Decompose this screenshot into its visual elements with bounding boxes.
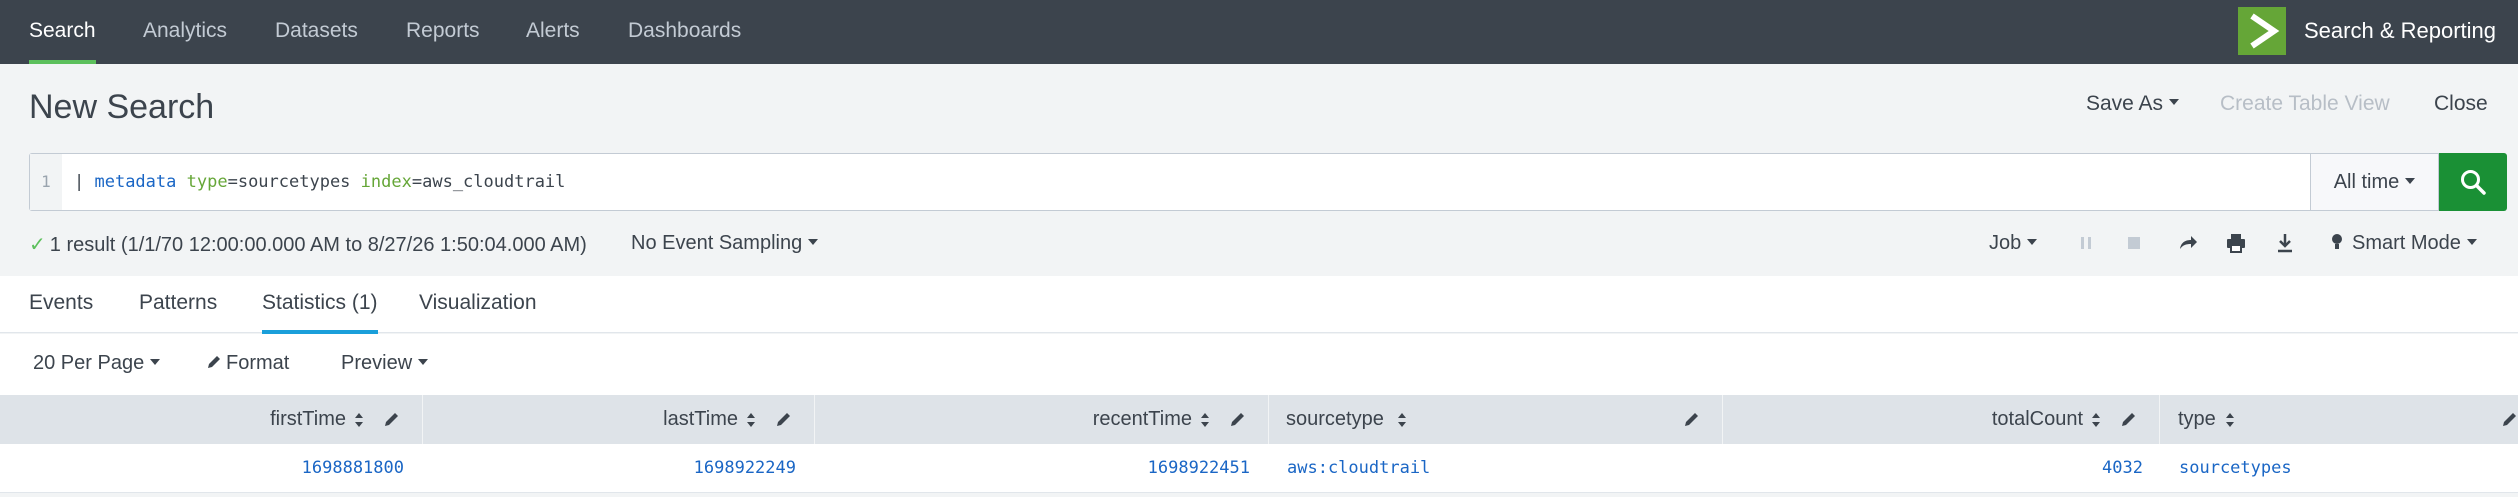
result-count-text: 1 result (1/1/70 12:00:00.000 AM to 8/27… [49, 234, 587, 256]
search-mode-label: Smart Mode [2352, 232, 2461, 254]
results-toolbar: 20 Per Page Format Preview [0, 334, 2518, 395]
chevron-down-icon [2169, 99, 2180, 106]
column-label: lastTime [663, 408, 738, 430]
table-cell-firsttime[interactable]: 1698881800 [302, 444, 404, 493]
search-input[interactable]: 1 | metadata type=sourcetypes index=aws_… [29, 153, 2311, 211]
results-tabs: Events Patterns Statistics (1) Visualiza… [0, 276, 2518, 334]
nav-item-search[interactable]: Search [29, 0, 96, 64]
print-icon[interactable] [2224, 231, 2248, 255]
create-table-view-button[interactable]: Create Table View [2220, 92, 2390, 116]
column-label: firstTime [270, 408, 346, 430]
query-pipe: | [74, 172, 95, 192]
magnifier-icon [2461, 170, 2486, 195]
chevron-down-icon [2027, 238, 2038, 245]
query-arg-key: index [360, 172, 412, 192]
sort-icon[interactable] [2225, 412, 2235, 428]
pencil-icon [208, 355, 220, 368]
lightbulb-icon [2332, 233, 2342, 249]
tab-patterns[interactable]: Patterns [139, 276, 217, 333]
sort-icon[interactable] [1397, 412, 1407, 428]
chevron-down-icon [418, 358, 429, 365]
preview-label: Preview [341, 352, 413, 374]
save-as-button[interactable]: Save As [2086, 92, 2180, 116]
tab-visualization[interactable]: Visualization [419, 276, 537, 333]
pencil-icon[interactable] [2121, 411, 2137, 427]
pencil-icon[interactable] [1230, 411, 1246, 427]
column-header-totalcount[interactable]: totalCount [1723, 395, 2160, 444]
search-button[interactable] [2439, 153, 2507, 211]
query-arg-value: sourcetypes [237, 172, 351, 192]
app-name[interactable]: Search & Reporting [2304, 0, 2496, 64]
sort-icon[interactable] [354, 412, 364, 428]
search-mode-dropdown[interactable]: Smart Mode [2330, 232, 2477, 255]
table-cell-type[interactable]: sourcetypes [2179, 444, 2292, 493]
nav-item-reports[interactable]: Reports [406, 0, 480, 64]
table-row: 1698881800 1698922249 1698922451 aws:clo… [0, 444, 2518, 493]
column-header-sourcetype[interactable]: sourcetype [1269, 395, 1723, 444]
table-cell-sourcetype[interactable]: aws:cloudtrail [1287, 444, 1430, 493]
close-button[interactable]: Close [2434, 92, 2488, 116]
per-page-dropdown[interactable]: 20 Per Page [33, 352, 161, 375]
pencil-icon[interactable] [1684, 411, 1700, 427]
chevron-down-icon [2466, 238, 2477, 245]
save-as-label: Save As [2086, 92, 2164, 115]
chevron-down-icon [808, 238, 819, 245]
column-header-recenttime[interactable]: recentTime [815, 395, 1269, 444]
nav-item-datasets[interactable]: Datasets [275, 0, 358, 64]
column-header-lasttime[interactable]: lastTime [423, 395, 815, 444]
chevron-down-icon [150, 358, 161, 365]
table-cell-recenttime[interactable]: 1698922451 [1148, 444, 1250, 493]
pause-icon[interactable] [2074, 231, 2098, 255]
table-header: firstTime lastTime recentTime sourcetype… [0, 395, 2518, 444]
app-logo[interactable] [2238, 7, 2286, 55]
column-label: recentTime [1092, 408, 1192, 430]
top-nav: Search Analytics Datasets Reports Alerts… [0, 0, 2518, 64]
query-arg-key: type [186, 172, 228, 192]
column-label: type [2178, 408, 2216, 430]
pencil-icon[interactable] [384, 411, 400, 427]
sort-icon[interactable] [1200, 412, 1210, 428]
tab-events[interactable]: Events [29, 276, 93, 333]
share-icon[interactable] [2175, 231, 2199, 255]
job-menu[interactable]: Job [1989, 232, 2038, 255]
stop-icon[interactable] [2122, 231, 2146, 255]
event-sampling-dropdown[interactable]: No Event Sampling [631, 232, 819, 255]
time-range-label: All time [2333, 171, 2400, 193]
sort-icon[interactable] [746, 412, 756, 428]
result-status: ✓ 1 result (1/1/70 12:00:00.000 AM to 8/2… [29, 232, 587, 257]
page-title: New Search [29, 88, 215, 126]
tab-statistics[interactable]: Statistics (1) [262, 276, 378, 334]
time-range-picker[interactable]: All time [2311, 153, 2439, 211]
nav-item-alerts[interactable]: Alerts [526, 0, 580, 64]
job-label: Job [1989, 232, 2022, 254]
pencil-icon[interactable] [776, 411, 792, 427]
export-icon[interactable] [2273, 231, 2297, 255]
search-query[interactable]: | metadata type=sourcetypes index=aws_cl… [74, 154, 565, 210]
query-arg-value: aws_cloudtrail [422, 172, 566, 192]
splunk-chevron-icon [2250, 13, 2280, 49]
sort-icon[interactable] [2091, 412, 2101, 428]
preview-dropdown[interactable]: Preview [341, 352, 429, 375]
table-cell-totalcount[interactable]: 4032 [2102, 444, 2143, 493]
check-icon: ✓ [29, 234, 46, 256]
format-label: Format [226, 352, 290, 374]
event-sampling-label: No Event Sampling [631, 232, 803, 254]
pencil-icon[interactable] [2502, 411, 2518, 427]
column-label: sourcetype [1286, 408, 1384, 430]
query-command: metadata [94, 172, 177, 192]
nav-item-analytics[interactable]: Analytics [143, 0, 227, 64]
column-header-type[interactable]: type [2160, 395, 2518, 444]
table-cell-lasttime[interactable]: 1698922249 [694, 444, 796, 493]
per-page-label: 20 Per Page [33, 352, 145, 374]
line-number: 1 [30, 154, 62, 210]
column-header-firsttime[interactable]: firstTime [0, 395, 423, 444]
nav-item-dashboards[interactable]: Dashboards [628, 0, 741, 64]
format-button[interactable]: Format [207, 352, 289, 375]
chevron-down-icon [2405, 177, 2416, 184]
column-label: totalCount [1991, 408, 2083, 430]
